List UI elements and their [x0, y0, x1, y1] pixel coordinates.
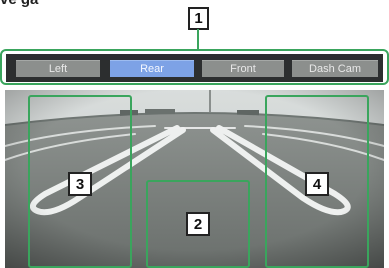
callout-4: 4 — [305, 172, 329, 196]
tab-rear[interactable]: Rear — [110, 60, 194, 77]
tab-dash-cam[interactable]: Dash Cam — [292, 60, 378, 77]
callout-1: 1 — [188, 7, 209, 30]
page-heading: ve ga — [0, 0, 38, 8]
tab-left[interactable]: Left — [16, 60, 100, 77]
camera-tab-bar: Left Rear Front Dash Cam — [6, 54, 383, 82]
callout-2: 2 — [186, 212, 210, 236]
callout-1-leader — [197, 29, 199, 50]
callout-3: 3 — [68, 172, 92, 196]
tab-front[interactable]: Front — [202, 60, 284, 77]
